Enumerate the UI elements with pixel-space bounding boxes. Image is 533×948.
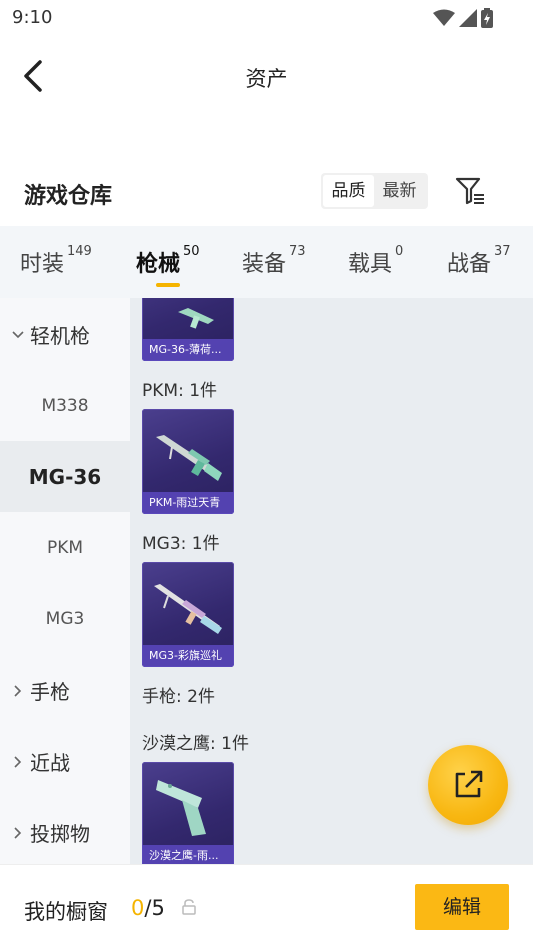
tab-label: 时装	[20, 252, 65, 277]
skin-card[interactable]: PKM-雨过天青	[142, 409, 234, 514]
showcase-current: 0	[131, 896, 145, 920]
tab-count: 50	[183, 244, 200, 259]
category-tabs: 时装149 枪械50 装备73 载具0 战备37	[0, 226, 533, 298]
edit-button[interactable]: 编辑	[415, 884, 509, 930]
weapon-sidebar: 轻机枪 M338 MG-36 PKM MG3 手枪 近战 投掷物	[0, 298, 130, 864]
sidebar-group-throwables[interactable]: 投掷物	[0, 797, 130, 864]
sidebar-group-label: 投掷物	[30, 822, 90, 846]
filter-icon	[455, 177, 484, 205]
sidebar-item-m338[interactable]: M338	[0, 370, 130, 441]
tab-fashion[interactable]: 时装149	[20, 244, 92, 278]
section-label-desert-eagle: 沙漠之鹰: 1件	[142, 734, 249, 754]
tab-label: 枪械	[136, 252, 181, 277]
warehouse-title: 游戏仓库	[24, 184, 113, 209]
warehouse-header: 游戏仓库 品质 最新	[0, 160, 533, 226]
mg3-skin-image	[154, 584, 222, 634]
sort-quality-option[interactable]: 品质	[323, 175, 374, 207]
sidebar-item-mg3[interactable]: MG3	[0, 583, 130, 654]
skin-card[interactable]: 沙漠之鹰-雨...	[142, 762, 234, 864]
tab-label: 载具	[348, 252, 393, 277]
status-time: 9:10	[12, 7, 53, 28]
sidebar-group-label: 手枪	[30, 680, 70, 704]
tab-count: 37	[494, 244, 511, 259]
sidebar-group-pistol[interactable]: 手枪	[0, 655, 130, 726]
skin-card[interactable]: MG-36-薄荷...	[142, 298, 234, 361]
tab-count: 0	[395, 244, 404, 259]
skin-name: MG-36-薄荷...	[142, 339, 234, 361]
chevron-right-icon	[14, 755, 22, 768]
sidebar-group-lmg[interactable]: 轻机枪	[0, 299, 130, 370]
pkm-skin-image	[156, 435, 222, 481]
section-label-pistols: 手枪: 2件	[142, 687, 215, 707]
lmg-skin-image	[178, 308, 214, 329]
chevron-right-icon	[14, 826, 22, 839]
skin-name: PKM-雨过天青	[142, 492, 234, 514]
sort-latest-option[interactable]: 最新	[374, 175, 425, 207]
sidebar-group-label: 轻机枪	[30, 324, 90, 348]
section-label-pkm: PKM: 1件	[142, 381, 218, 401]
share-button[interactable]	[428, 745, 508, 825]
sidebar-group-label: 近战	[30, 751, 70, 775]
wifi-icon	[433, 9, 455, 26]
skin-name: MG3-彩旗巡礼	[142, 645, 234, 667]
sidebar-item-pkm[interactable]: PKM	[0, 512, 130, 583]
filter-button[interactable]	[454, 174, 488, 208]
tab-combat-gear[interactable]: 战备37	[447, 244, 511, 278]
skin-card[interactable]: MG3-彩旗巡礼	[142, 562, 234, 667]
chevron-right-icon	[14, 684, 22, 697]
sort-toggle: 品质 最新	[321, 173, 428, 209]
tab-count: 149	[67, 244, 92, 259]
tab-firearms[interactable]: 枪械50	[136, 244, 200, 278]
page-title: 资产	[245, 67, 288, 91]
pistol-skin-image	[156, 780, 206, 836]
tab-label: 装备	[242, 252, 287, 277]
showcase-total: /5	[144, 896, 165, 920]
status-bar: 9:10	[0, 0, 533, 36]
sidebar-group-melee[interactable]: 近战	[0, 726, 130, 797]
status-icons	[433, 8, 493, 28]
active-tab-indicator	[156, 283, 180, 287]
tab-equipment[interactable]: 装备73	[242, 244, 306, 278]
battery-icon	[481, 8, 493, 28]
lock-icon	[182, 899, 196, 915]
signal-icon	[459, 9, 477, 27]
sidebar-item-mg36[interactable]: MG-36	[0, 441, 130, 512]
nav-bar: 资产	[0, 36, 533, 116]
skin-name: 沙漠之鹰-雨...	[142, 845, 234, 864]
tab-label: 战备	[447, 252, 492, 277]
section-label-mg3: MG3: 1件	[142, 534, 220, 554]
chevron-down-icon	[12, 330, 24, 338]
share-icon	[455, 770, 483, 798]
showcase-bar: 我的橱窗 0/5 编辑	[0, 864, 533, 948]
tab-vehicles[interactable]: 载具0	[348, 244, 404, 278]
showcase-count: 0/5	[131, 896, 165, 920]
tab-count: 73	[289, 244, 306, 259]
showcase-label: 我的橱窗	[24, 900, 108, 924]
